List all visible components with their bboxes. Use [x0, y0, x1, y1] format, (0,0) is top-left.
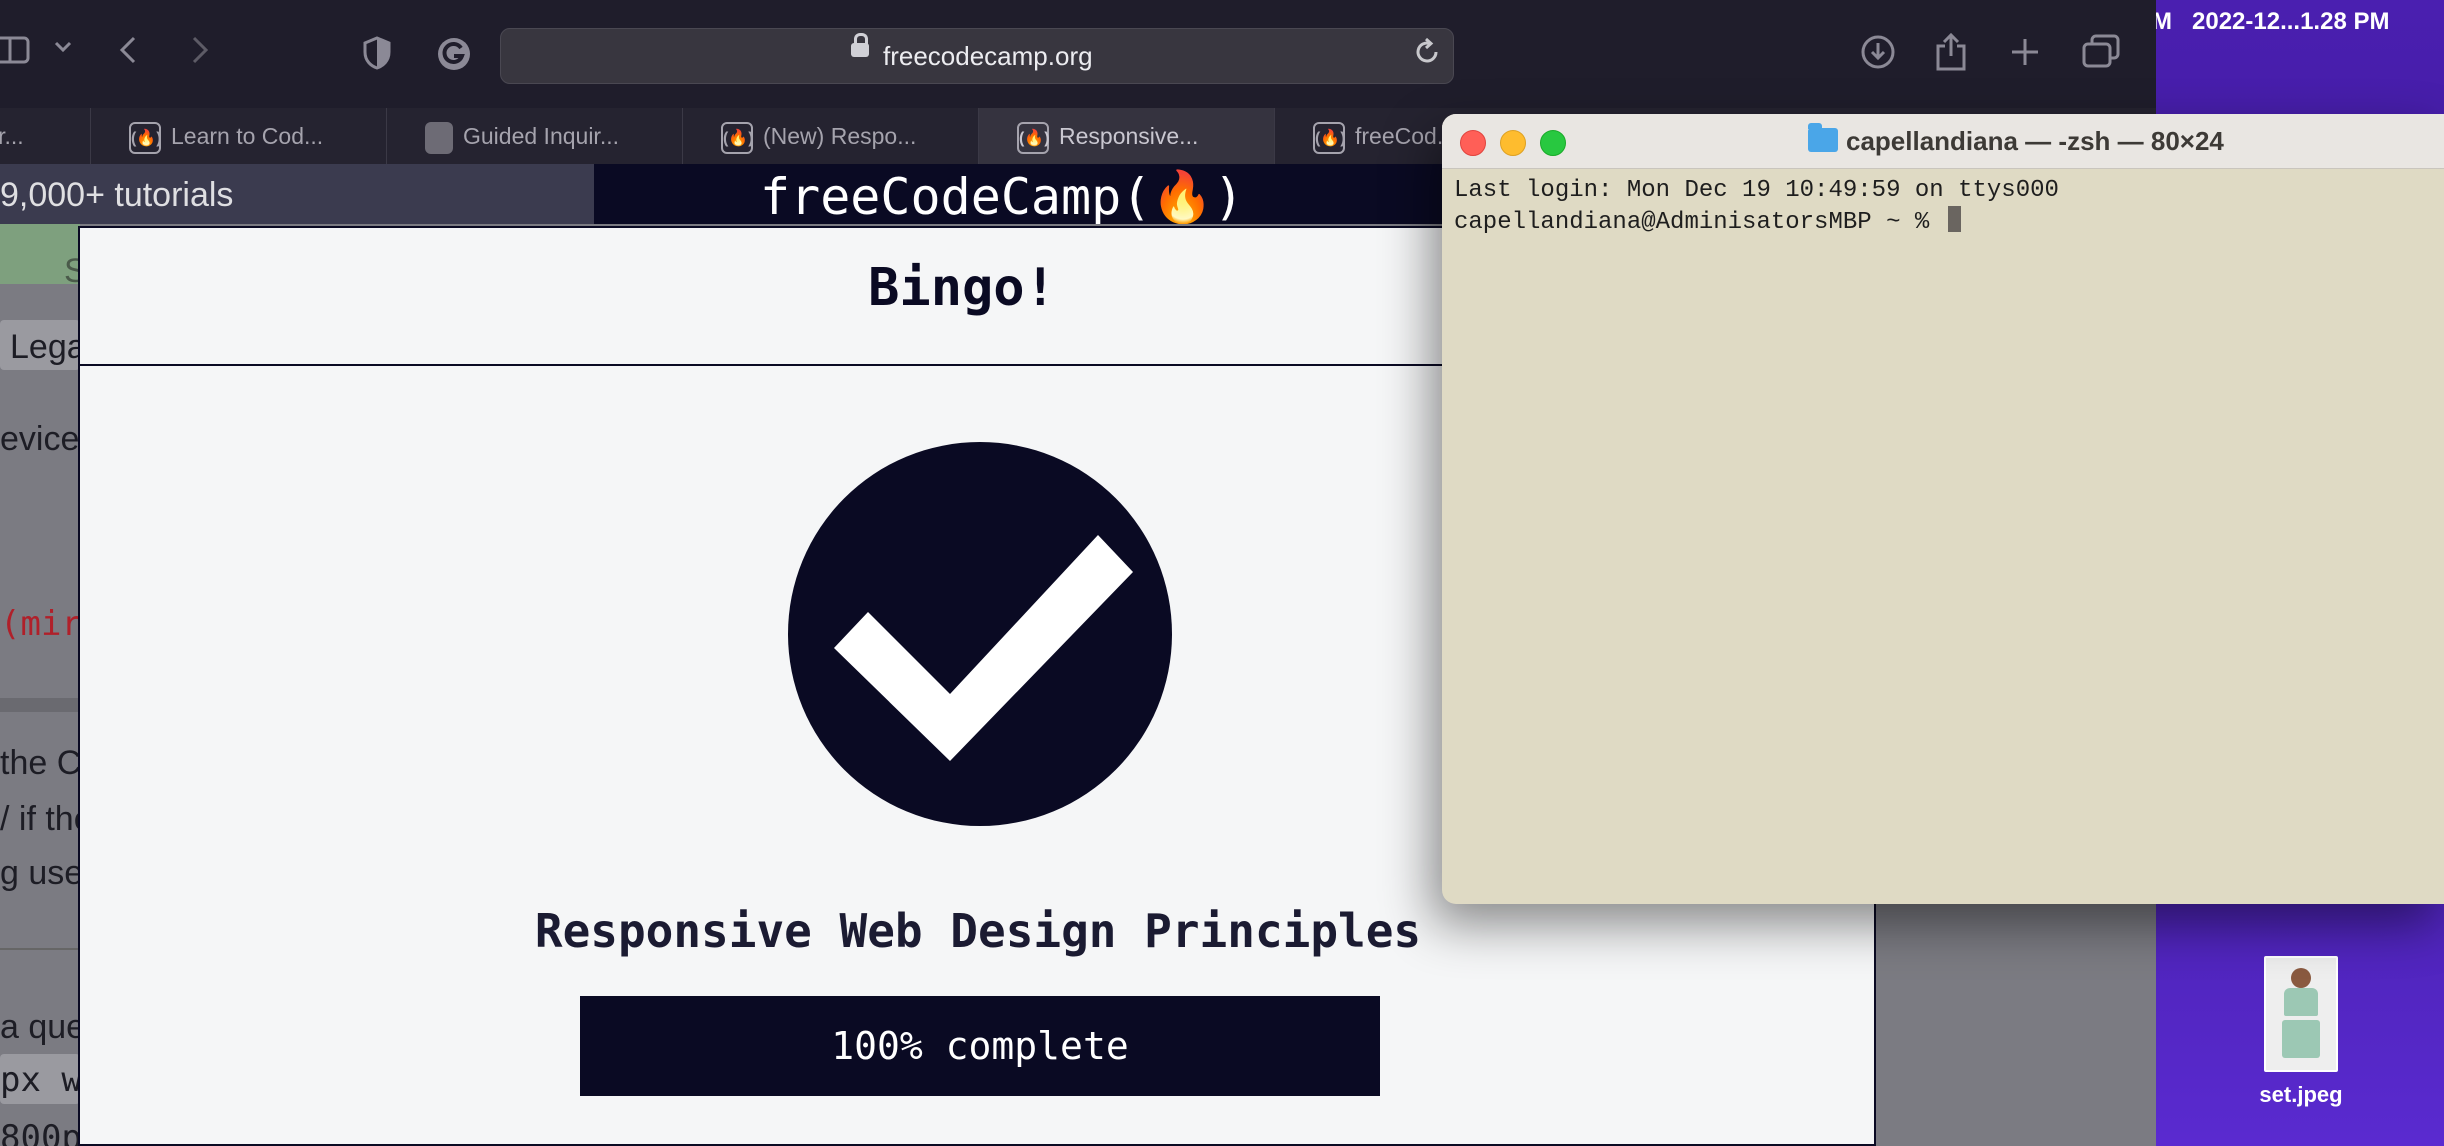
page-ghost-code: (mir	[0, 604, 82, 644]
new-tab-icon[interactable]	[2010, 36, 2040, 76]
share-icon[interactable]	[1934, 32, 1968, 81]
back-icon[interactable]	[116, 34, 140, 75]
terminal-window[interactable]: capellandiana — -zsh — 80×24 Last login:…	[1442, 114, 2444, 904]
search-strip[interactable]: 9,000+ tutorials	[0, 164, 594, 224]
terminal-titlebar[interactable]: capellandiana — -zsh — 80×24	[1442, 114, 2444, 169]
tab-5-active[interactable]: (🔥) Responsive...	[978, 108, 1275, 164]
certification-name: Responsive Web Design Principles	[534, 904, 1422, 958]
page-ghost-text: the C	[0, 744, 82, 782]
document-icon	[425, 121, 453, 154]
fcc-logo[interactable]: freeCodeCamp(🔥)	[760, 168, 1244, 227]
reload-icon[interactable]	[1413, 37, 1441, 75]
tab-label: Learn to Cod...	[171, 123, 324, 149]
minimize-window-button[interactable]	[1500, 130, 1526, 156]
lock-icon	[851, 33, 869, 57]
checkmark-icon	[788, 442, 1172, 826]
close-window-button[interactable]	[1460, 130, 1486, 156]
progress-label: 100% complete	[831, 1024, 1129, 1068]
terminal-cursor	[1947, 206, 1961, 232]
page-ghost-text: Lega	[10, 328, 86, 366]
address-bar[interactable]: freecodecamp.org	[500, 28, 1454, 84]
page-ghost-code: px w	[0, 1060, 82, 1100]
page-ghost-text: a que	[0, 1008, 86, 1046]
tab-1[interactable]: ...uir...	[0, 108, 91, 164]
tab-overview-icon[interactable]	[2082, 34, 2120, 79]
menu-bar: M 2022-12...1.28 PM	[2140, 0, 2444, 44]
browser-toolbar: freecodecamp.org	[0, 0, 2156, 108]
terminal-prompt: capellandiana@AdminisatorsMBP ~ %	[1454, 209, 1944, 236]
fcc-favicon-icon: (🔥)	[129, 121, 162, 154]
desktop-file-name: set.jpeg	[2259, 1082, 2343, 1107]
downloads-icon[interactable]	[1860, 34, 1896, 79]
desktop-file-icon[interactable]: set.jpeg	[2236, 950, 2366, 1108]
tab-label: freeCod...	[1355, 123, 1456, 149]
address-bar-url: freecodecamp.org	[883, 41, 1093, 71]
search-placeholder: 9,000+ tutorials	[0, 176, 234, 214]
tab-4[interactable]: (🔥) (New) Respo...	[682, 108, 979, 164]
menu-bar-clock[interactable]: 2022-12...1.28 PM	[2192, 8, 2389, 36]
fcc-favicon-icon: (🔥)	[721, 121, 754, 154]
image-thumbnail-icon	[2264, 956, 2338, 1072]
tab-3[interactable]: Guided Inquir...	[386, 108, 683, 164]
terminal-title: capellandiana — -zsh — 80×24	[1846, 126, 2224, 156]
fcc-favicon-icon: (🔥)	[1017, 121, 1050, 154]
folder-icon	[1808, 123, 1838, 152]
tab-label: Responsive...	[1059, 123, 1199, 149]
fcc-favicon-icon: (🔥)	[1313, 121, 1346, 154]
page-ghost-text: evice'	[0, 420, 86, 458]
tab-label: Guided Inquir...	[463, 123, 619, 149]
terminal-output[interactable]: Last login: Mon Dec 19 10:49:59 on ttys0…	[1454, 176, 2059, 238]
sidebar-toggle-icon[interactable]	[0, 34, 32, 74]
chevron-down-icon[interactable]	[52, 32, 74, 75]
tab-2[interactable]: (🔥) Learn to Cod...	[90, 108, 387, 164]
terminal-last-login: Last login: Mon Dec 19 10:49:59 on ttys0…	[1454, 177, 2059, 204]
tab-label: (New) Respo...	[763, 123, 917, 149]
forward-icon[interactable]	[188, 34, 212, 75]
progress-bar: 100% complete	[580, 996, 1380, 1096]
page-ghost-code: 800p	[0, 1118, 82, 1146]
zoom-window-button[interactable]	[1540, 130, 1566, 156]
shield-icon[interactable]	[362, 36, 392, 79]
tab-label: ...uir...	[0, 123, 24, 149]
grammarly-icon[interactable]	[436, 36, 472, 81]
